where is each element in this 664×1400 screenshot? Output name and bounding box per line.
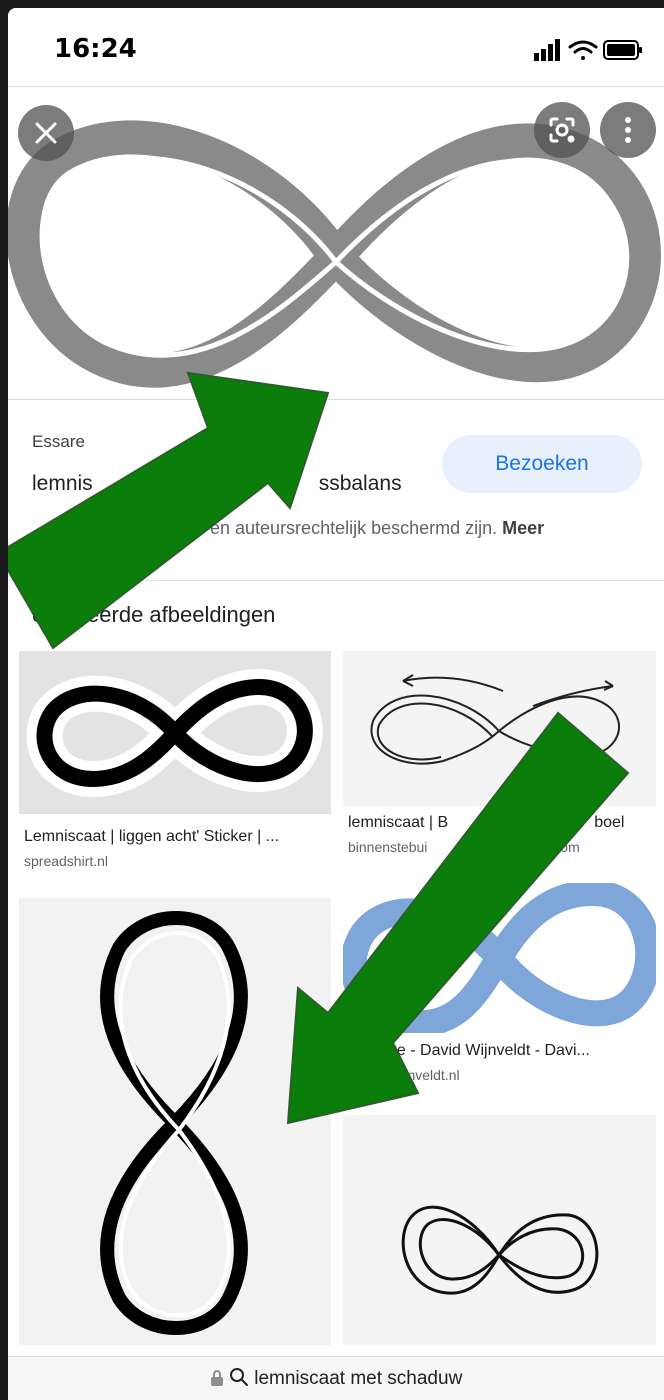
search-icon <box>229 1368 248 1386</box>
lens-icon <box>549 117 575 143</box>
related-image-1-title[interactable]: Lemniscaat | liggen acht' Sticker | ... <box>24 828 328 846</box>
battery-icon <box>603 40 642 60</box>
infinity-sticker-image <box>26 669 323 797</box>
related-image-1[interactable] <box>19 651 331 814</box>
related-image-3[interactable] <box>19 898 331 1345</box>
page-title-right: ssbalans <box>318 472 402 495</box>
wifi-icon <box>568 40 598 60</box>
close-icon <box>35 122 57 144</box>
image-info-panel: Essare lemnis ssbalans Bezoeken en auteur… <box>8 399 664 581</box>
page-title-left: lemnis <box>32 472 93 495</box>
related-image-1-source: spreadshirt.nl <box>24 853 109 869</box>
url-display: lemniscaat met schaduw <box>8 1367 664 1390</box>
url-bar[interactable]: lemniscaat met schaduw <box>8 1356 664 1400</box>
source-name[interactable]: Essare <box>32 432 85 452</box>
phone-screen: 16:24 Essare lemnis ssbalans Bezoeken en… <box>8 8 664 1400</box>
copyright-text: en auteursrechtelijk beschermd zijn. <box>210 518 498 538</box>
related-image-4-title[interactable]: tte - David Wijnveldt - Davi... <box>388 1042 656 1060</box>
related-image-5[interactable] <box>343 1115 656 1345</box>
related-image-4[interactable] <box>343 883 656 1033</box>
blue-infinity-image <box>343 883 656 1033</box>
more-options-button[interactable] <box>600 102 656 158</box>
lens-button[interactable] <box>534 102 590 158</box>
signal-icon <box>534 39 560 61</box>
related-image-2-source-left: binnenstebui <box>348 839 428 855</box>
outline-infinity-image <box>401 1205 599 1295</box>
url-text: lemniscaat met schaduw <box>254 1368 463 1389</box>
vertical-infinity-image <box>100 911 248 1335</box>
copyright-notice: en auteursrechtelijk beschermd zijn. Mee… <box>32 518 544 539</box>
related-image-4-source: lwijnveldt.nl <box>388 1067 460 1083</box>
more-vert-icon <box>625 117 631 143</box>
related-image-2-title-left: lemniscaat | B <box>348 814 449 831</box>
related-image-2[interactable] <box>343 651 656 806</box>
related-image-2-source: binnenstebui ss.com <box>348 839 656 855</box>
hero-image[interactable] <box>8 87 664 399</box>
related-image-2-title[interactable]: lemniscaat | B boel <box>348 814 656 832</box>
copyright-more-link[interactable]: Meer <box>502 518 544 538</box>
status-bar: 16:24 <box>8 8 664 87</box>
lock-icon <box>210 1369 223 1386</box>
close-button[interactable] <box>18 105 74 161</box>
related-image-2-title-right: boel <box>594 814 625 831</box>
page-title[interactable]: lemnis ssbalans <box>32 472 402 496</box>
status-time: 16:24 <box>54 34 137 64</box>
visit-button[interactable]: Bezoeken <box>442 435 642 493</box>
related-images-heading: erelateerde afbeeldingen <box>32 602 276 627</box>
status-icons <box>534 39 642 61</box>
infinity-sketch-image <box>370 674 620 765</box>
related-image-2-source-right: ss.com <box>535 839 580 855</box>
